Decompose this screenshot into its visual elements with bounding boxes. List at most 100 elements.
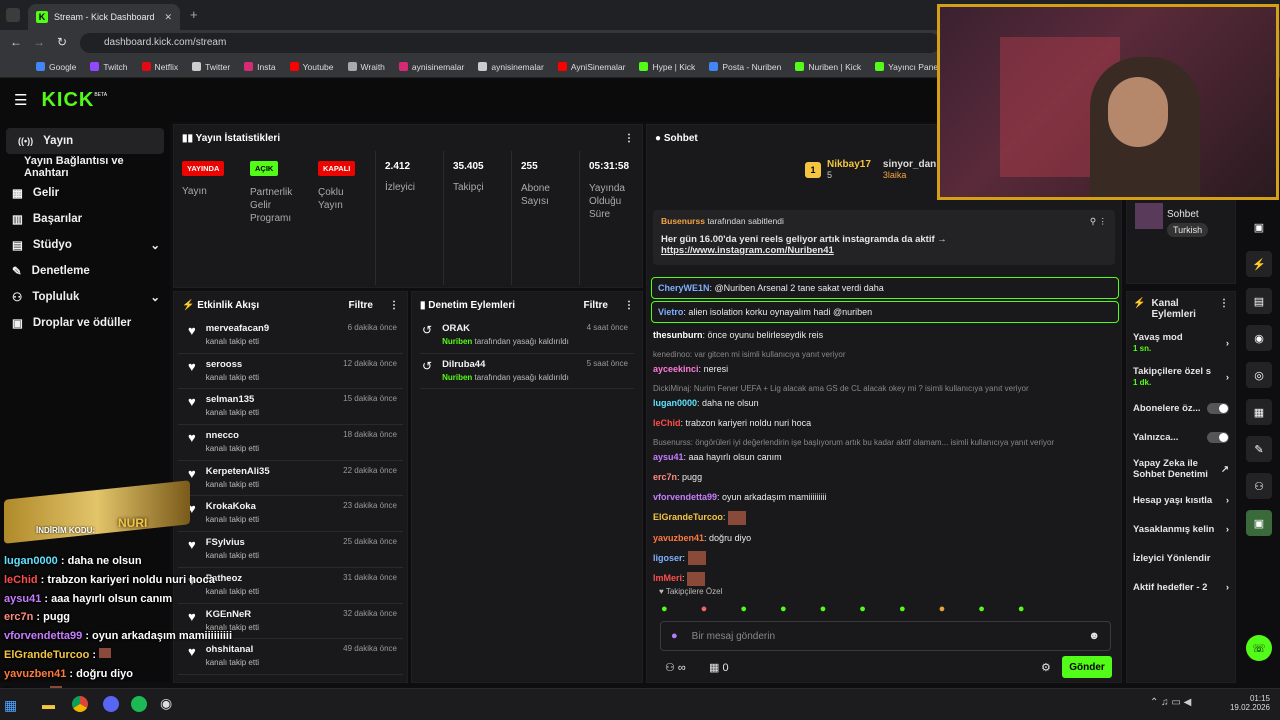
sidebar-item-basarilar[interactable]: ▥ Başarılar <box>0 206 170 232</box>
chat-username[interactable]: aysu41 <box>653 452 684 462</box>
channel-action-item[interactable]: Yavaş mod 1 sn. › <box>1127 326 1235 360</box>
bookmark-item[interactable]: Netflix <box>141 62 178 72</box>
channel-action-item[interactable]: Yapay Zeka ile Sohbet Denetimi ↗ <box>1127 452 1235 486</box>
event-user[interactable]: serooss <box>206 359 259 370</box>
tab-search-icon[interactable] <box>6 8 20 22</box>
channel-action-item[interactable]: Hesap yaşı kısıtla › <box>1127 486 1235 515</box>
bookmark-item[interactable]: Twitter <box>192 62 230 72</box>
pinned-link[interactable]: https://www.instagram.com/Nuriben41 <box>661 245 1107 256</box>
toggle-switch[interactable] <box>1207 403 1229 414</box>
chat-username[interactable]: ligoser <box>653 553 683 563</box>
moderation-user[interactable]: Dilruba44 <box>442 359 569 370</box>
pinned-message[interactable]: Busenurss tarafından sabitlendi ⚲ ⋮ Her g… <box>653 210 1115 265</box>
bookmark-item[interactable]: Twitch <box>90 62 128 72</box>
event-user[interactable]: merveafacan9 <box>206 323 269 334</box>
chat-input[interactable]: ● Bir mesaj gönderin ☻ <box>660 621 1111 651</box>
reload-icon[interactable]: ↻ <box>57 35 67 49</box>
chat-username[interactable]: erc7n <box>653 472 677 482</box>
chat-username[interactable]: CheryWE1N <box>658 283 710 293</box>
send-button[interactable]: Gönder <box>1062 656 1112 678</box>
emote-icon[interactable]: ● <box>978 603 985 615</box>
bookmark-item[interactable]: aynisinemalar <box>398 62 464 72</box>
kick-logo[interactable]: KICK <box>41 89 94 112</box>
bookmark-item[interactable]: Posta - Nuriben <box>709 62 781 72</box>
menu-icon[interactable]: ☰ <box>14 91 27 109</box>
channel-action-item[interactable]: Aktif hedefler - 2 › <box>1127 573 1235 602</box>
chat-username[interactable]: lmMeri <box>653 573 682 583</box>
emote-icon[interactable]: ● <box>899 603 906 615</box>
chat-username[interactable]: thesunburn <box>653 330 703 340</box>
bookmark-item[interactable]: Nuriben | Kick <box>795 62 861 72</box>
channel-action-item[interactable]: İzleyici Yönlendir <box>1127 544 1235 573</box>
bookmark-item[interactable]: Youtube <box>289 62 334 72</box>
event-user[interactable]: nnecco <box>206 430 259 441</box>
store-icon[interactable]: ▦ 0 <box>709 661 729 674</box>
channel-action-item[interactable]: Takipçilere özel s1 dk. › <box>1127 360 1235 394</box>
channel-action-item[interactable]: Yasaklanmış kelin › <box>1127 515 1235 544</box>
emote-icon[interactable]: ● <box>820 603 827 615</box>
moderation-user[interactable]: ORAK <box>442 323 569 334</box>
url-field[interactable]: dashboard.kick.com/stream <box>80 33 940 53</box>
emote-icon[interactable]: ● <box>939 603 946 615</box>
points-icon[interactable]: ⚇ ∞ <box>665 661 686 674</box>
event-user[interactable]: KrokaKoka <box>206 501 259 512</box>
emote-icon[interactable]: ● <box>701 603 708 615</box>
event-user[interactable]: selman135 <box>206 394 259 405</box>
sidebar-item-stream-key[interactable]: Yayın Bağlantısı ve Anahtarı <box>0 154 170 180</box>
sidebar-item-yayin[interactable]: ((•)) Yayın <box>6 128 164 154</box>
tray-icons[interactable]: ⌃ ♫ ▭ ◀ <box>1150 697 1191 708</box>
document-icon[interactable]: ▤ <box>1246 288 1272 314</box>
chat-bubble-icon[interactable]: ◉ <box>1246 325 1272 351</box>
event-user[interactable]: FSylvius <box>206 537 259 548</box>
filter-button[interactable]: Filtre <box>349 300 373 311</box>
app-icon[interactable]: ▣ <box>1246 510 1272 536</box>
emote-icon[interactable]: ● <box>780 603 787 615</box>
clock[interactable]: 01:15 19.02.2026 <box>1226 694 1270 712</box>
channel-action-item[interactable]: Yalnızca... <box>1127 423 1235 452</box>
chat-username[interactable]: yavuzben41 <box>653 533 704 543</box>
new-tab-icon[interactable]: + <box>190 7 198 22</box>
more-icon[interactable]: ⋮ <box>624 133 634 144</box>
moderator-name[interactable]: Nuriben <box>442 373 472 382</box>
emoji-icon[interactable]: ☻ <box>1088 630 1100 642</box>
more-icon[interactable]: ⋮ <box>1219 298 1229 320</box>
event-user[interactable]: ohshitanal <box>206 644 259 655</box>
sidebar-item-studyo[interactable]: ▤ Stüdyo ⌄ <box>0 232 170 258</box>
chat-username[interactable]: Vietro <box>658 307 683 317</box>
pin-icon[interactable]: ⚲ ⋮ <box>1090 216 1107 227</box>
obs-icon[interactable]: ◉ <box>160 695 172 712</box>
explorer-icon[interactable]: ▬ <box>42 697 55 712</box>
chat-username[interactable]: ayceekinci <box>653 364 699 374</box>
more-icon[interactable]: ⋮ <box>624 300 634 311</box>
bookmark-item[interactable]: Hype | Kick <box>639 62 695 72</box>
back-icon[interactable]: ← <box>10 35 22 49</box>
toggle-switch[interactable] <box>1207 432 1229 443</box>
wrench-icon[interactable]: ✎ <box>1246 436 1272 462</box>
event-user[interactable]: KGEnNeR <box>206 609 259 620</box>
settings-icon[interactable]: ⚙ <box>1041 661 1051 674</box>
chat-username[interactable]: lugan0000 <box>653 398 697 408</box>
sidebar-item-topluluk[interactable]: ⚇ Topluluk ⌄ <box>0 284 170 310</box>
emote-icon[interactable]: ● <box>1018 603 1025 615</box>
filter-button[interactable]: Filtre <box>584 300 608 311</box>
more-icon[interactable]: ⋮ <box>389 300 399 311</box>
chat-username[interactable]: leChid <box>653 418 681 428</box>
expand-icon[interactable]: ▣ <box>1246 214 1272 240</box>
emote-icon[interactable]: ● <box>661 603 668 615</box>
channel-action-item[interactable]: Abonelere öz... <box>1127 394 1235 423</box>
tab-close-icon[interactable]: ✕ <box>164 12 172 23</box>
discord-icon[interactable] <box>103 696 119 712</box>
card-icon[interactable]: ▦ <box>1246 399 1272 425</box>
bookmark-item[interactable]: Wraith <box>347 62 385 72</box>
broadcast-icon[interactable]: ◎ <box>1246 362 1272 388</box>
emote-icon[interactable]: ● <box>740 603 747 615</box>
help-icon[interactable]: ☏ <box>1246 635 1272 661</box>
moderator-name[interactable]: Nuriben <box>442 337 472 346</box>
chrome-icon[interactable] <box>72 696 88 712</box>
chat-username[interactable]: vforvendetta99 <box>653 492 717 502</box>
mic-icon[interactable]: ● <box>671 630 678 642</box>
bookmark-item[interactable]: Google <box>36 62 76 72</box>
lightning-icon[interactable]: ⚡ <box>1246 251 1272 277</box>
bookmark-item[interactable]: aynisinemalar <box>478 62 544 72</box>
people-icon[interactable]: ⚇ <box>1246 473 1272 499</box>
